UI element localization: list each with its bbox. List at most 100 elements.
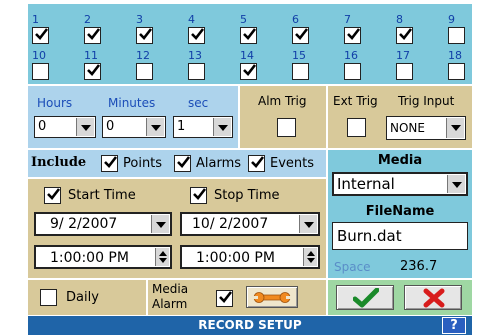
channel-checkbox[interactable]	[84, 27, 101, 44]
channel-checkbox[interactable]	[292, 27, 309, 44]
channel-10[interactable]: 10	[28, 50, 54, 84]
points-checkbox[interactable]	[101, 155, 118, 172]
title-bar: RECORD SETUP ?	[28, 316, 472, 335]
trig-input-label: Trig Input	[398, 94, 455, 108]
media-dropdown-button[interactable]	[447, 175, 465, 193]
channel-number: 16	[344, 49, 358, 62]
channel-12[interactable]: 12	[132, 50, 158, 84]
channel-number: 10	[32, 49, 46, 62]
start-time-spinner[interactable]: 1:00:00 PM	[34, 245, 172, 269]
alarms-label: Alarms	[196, 156, 242, 171]
channel-number: 13	[188, 49, 202, 62]
arrow-down-icon	[307, 258, 315, 263]
cancel-button[interactable]	[404, 285, 462, 310]
ext-trig-checkbox[interactable]	[347, 118, 366, 137]
start-time-spin-buttons[interactable]	[155, 248, 169, 266]
sec-select[interactable]: 1	[173, 116, 233, 138]
channel-checkbox[interactable]	[32, 27, 49, 44]
channel-2[interactable]: 2	[80, 14, 106, 48]
channel-6[interactable]: 6	[288, 14, 314, 48]
channel-checkbox[interactable]	[344, 27, 361, 44]
channel-checkbox[interactable]	[240, 27, 257, 44]
media-label: Media	[377, 153, 423, 168]
channel-number: 5	[240, 13, 247, 26]
wrench-button[interactable]	[246, 286, 298, 308]
daily-checkbox[interactable]	[40, 289, 57, 306]
trig-input-dropdown-button[interactable]	[446, 118, 464, 138]
channel-checkbox[interactable]	[344, 63, 361, 80]
ok-button[interactable]	[336, 285, 394, 310]
chevron-down-icon	[451, 125, 461, 131]
alm-trig-panel: Alm Trig	[240, 86, 326, 148]
channel-number: 2	[84, 13, 91, 26]
channel-5[interactable]: 5	[236, 14, 262, 48]
channel-11[interactable]: 11	[80, 50, 106, 84]
events-label: Events	[270, 156, 315, 171]
start-time-label: Start Time	[68, 188, 136, 203]
channel-checkbox[interactable]	[240, 63, 257, 80]
channel-checkbox[interactable]	[84, 63, 101, 80]
channel-checkbox[interactable]	[32, 63, 49, 80]
channel-14[interactable]: 14	[236, 50, 262, 84]
media-alarm-checkbox[interactable]	[216, 290, 233, 307]
arrow-down-icon	[159, 258, 167, 263]
minutes-select[interactable]: 0	[102, 116, 166, 138]
start-time-checkbox[interactable]	[44, 187, 61, 204]
stop-time-spin-buttons[interactable]	[303, 248, 317, 266]
sec-dropdown-button[interactable]	[213, 118, 231, 136]
stop-date-select[interactable]: 10/ 2/2007	[180, 212, 320, 236]
media-select[interactable]: Internal	[332, 172, 468, 196]
alarms-checkbox[interactable]	[174, 155, 191, 172]
channel-13[interactable]: 13	[184, 50, 210, 84]
channel-17[interactable]: 17	[392, 50, 418, 84]
checkmark-icon	[47, 188, 61, 200]
channel-checkbox[interactable]	[396, 63, 413, 80]
chevron-down-icon	[156, 222, 166, 228]
channel-checkbox[interactable]	[448, 27, 465, 44]
channel-number: 7	[344, 13, 351, 26]
hours-value: 0	[38, 119, 47, 134]
channel-checkbox[interactable]	[188, 27, 205, 44]
help-button[interactable]: ?	[442, 317, 466, 334]
hours-label: Hours	[37, 96, 73, 110]
space-label: Space	[334, 260, 371, 274]
channel-16[interactable]: 16	[340, 50, 366, 84]
alm-trig-checkbox[interactable]	[277, 118, 296, 137]
channel-1[interactable]: 1	[28, 14, 54, 48]
trig-input-select[interactable]: NONE	[386, 116, 466, 140]
stop-time-checkbox[interactable]	[190, 187, 207, 204]
include-panel: Include Points Alarms Events	[28, 150, 326, 177]
hours-select[interactable]: 0	[34, 116, 96, 138]
channel-checkbox[interactable]	[136, 27, 153, 44]
channel-checkbox[interactable]	[136, 63, 153, 80]
channel-checkbox[interactable]	[292, 63, 309, 80]
channel-4[interactable]: 4	[184, 14, 210, 48]
media-alarm-panel: Media Alarm	[148, 280, 326, 315]
channel-checkbox[interactable]	[188, 63, 205, 80]
stop-time-spinner[interactable]: 1:00:00 PM	[180, 245, 320, 269]
channel-number: 8	[396, 13, 403, 26]
events-checkbox[interactable]	[248, 155, 265, 172]
checkmark-icon	[219, 291, 233, 303]
chevron-down-icon	[452, 182, 462, 188]
channel-3[interactable]: 3	[132, 14, 158, 48]
minutes-dropdown-button[interactable]	[146, 118, 164, 136]
hours-dropdown-button[interactable]	[76, 118, 94, 136]
channel-15[interactable]: 15	[288, 50, 314, 84]
channel-checkbox[interactable]	[396, 27, 413, 44]
channel-7[interactable]: 7	[340, 14, 366, 48]
channel-8[interactable]: 8	[392, 14, 418, 48]
channel-18[interactable]: 18	[444, 50, 470, 84]
checkmark-icon	[191, 28, 205, 40]
channel-checkbox[interactable]	[448, 63, 465, 80]
start-date-select[interactable]: 9/ 2/2007	[34, 212, 172, 236]
start-date-dropdown-button[interactable]	[151, 215, 169, 233]
channel-number: 15	[292, 49, 306, 62]
channel-9[interactable]: 9	[444, 14, 470, 48]
stop-date-dropdown-button[interactable]	[299, 215, 317, 233]
start-date-value: 9/ 2/2007	[50, 216, 118, 232]
daily-label: Daily	[66, 290, 99, 305]
filename-input[interactable]: Burn.dat	[332, 222, 468, 250]
chevron-down-icon	[151, 125, 161, 131]
minutes-value: 0	[106, 119, 115, 134]
